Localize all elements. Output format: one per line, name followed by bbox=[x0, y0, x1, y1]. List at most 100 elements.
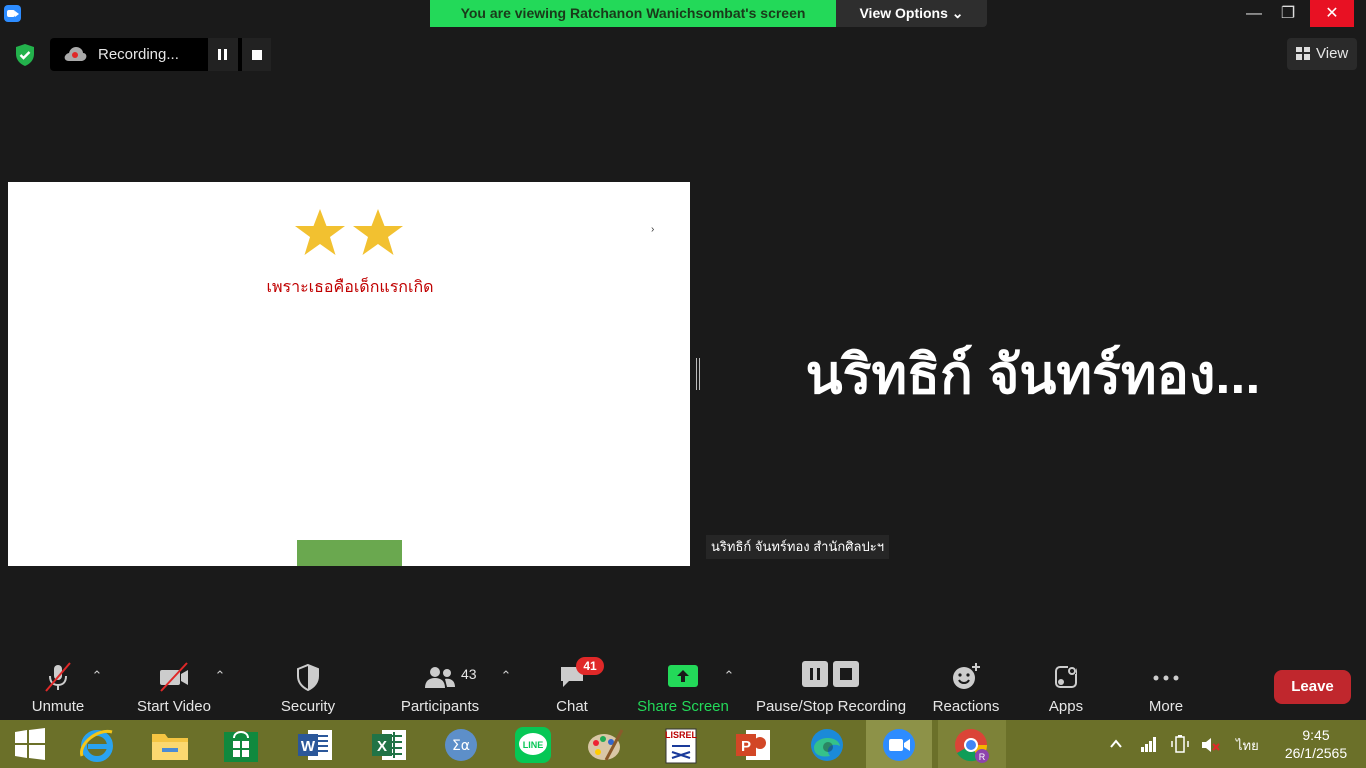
share-screen-label: Share Screen bbox=[637, 698, 729, 715]
tray-overflow-caret-icon[interactable] bbox=[1110, 739, 1122, 749]
chat-unread-badge: 41 bbox=[576, 657, 604, 675]
pause-stop-recording-button[interactable]: Pause/Stop Recording bbox=[754, 660, 908, 720]
pause-recording-button[interactable] bbox=[208, 38, 238, 71]
start-button[interactable] bbox=[0, 720, 62, 768]
more-button[interactable]: More bbox=[1136, 660, 1196, 720]
participant-display-name: นริทธิก์ จันทร์ทอง... bbox=[805, 345, 1261, 405]
viewing-screen-banner: You are viewing Ratchanon Wanichsombat's… bbox=[430, 0, 836, 27]
clock-time: 9:45 bbox=[1302, 727, 1330, 743]
clock-date: 26/1/2565 bbox=[1284, 745, 1348, 761]
windows-start-icon bbox=[15, 728, 45, 760]
security-shield-icon bbox=[297, 663, 319, 692]
lisrel-icon: LISREL bbox=[665, 728, 698, 764]
store-icon bbox=[224, 731, 258, 762]
zoom-app-icon bbox=[4, 5, 21, 22]
grid-view-icon bbox=[1296, 47, 1310, 60]
recording-label: Recording... bbox=[98, 46, 179, 63]
participants-count: 43 bbox=[461, 666, 477, 682]
cloud-recording-icon bbox=[64, 47, 87, 61]
svg-text:W: W bbox=[301, 738, 316, 755]
edge-icon bbox=[811, 729, 843, 761]
chat-label: Chat bbox=[556, 698, 588, 715]
lisrel-label: LISREL bbox=[665, 730, 698, 740]
system-clock[interactable]: 9:45 26/1/2565 bbox=[1280, 726, 1352, 762]
paint-icon bbox=[588, 729, 624, 761]
view-layout-button[interactable]: View bbox=[1287, 38, 1357, 70]
internet-explorer-icon bbox=[80, 729, 113, 762]
taskbar-store[interactable] bbox=[208, 720, 274, 768]
participants-label: Participants bbox=[400, 698, 480, 715]
taskbar-powerpoint[interactable]: P bbox=[720, 720, 786, 768]
apps-label: Apps bbox=[1048, 698, 1084, 715]
volume-muted-icon[interactable] bbox=[1200, 736, 1220, 754]
battery-power-icon[interactable] bbox=[1170, 735, 1190, 753]
reactions-label: Reactions bbox=[932, 698, 1000, 715]
view-label: View bbox=[1316, 45, 1349, 62]
svg-text:LINE: LINE bbox=[523, 740, 544, 750]
slide-subtitle: เพราะเธอคือเด็กแรกเกิด bbox=[266, 279, 434, 296]
pause-stop-recording-icon bbox=[802, 661, 859, 687]
svg-text:P: P bbox=[741, 738, 751, 755]
svg-text:X: X bbox=[377, 738, 387, 755]
input-language-indicator[interactable]: ไทย bbox=[1236, 735, 1259, 756]
network-signal-icon[interactable] bbox=[1140, 736, 1158, 752]
line-icon: LINE bbox=[515, 727, 551, 763]
participants-icon bbox=[425, 667, 455, 688]
chrome-icon: R bbox=[955, 729, 989, 763]
shared-screen[interactable]: เพราะเธอคือเด็กแรกเกิด › bbox=[8, 182, 690, 566]
taskbar-math-input[interactable]: Σα bbox=[428, 720, 494, 768]
mouse-cursor-icon: › bbox=[651, 224, 655, 235]
taskbar-paint[interactable] bbox=[572, 720, 638, 768]
reactions-button[interactable]: Reactions bbox=[928, 660, 1004, 720]
apps-button[interactable]: Apps bbox=[1036, 660, 1096, 720]
muted-microphone-icon bbox=[45, 662, 71, 692]
start-video-button[interactable]: Start Video bbox=[132, 660, 216, 720]
participants-button[interactable]: 43 Participants bbox=[397, 660, 483, 720]
taskbar-word[interactable]: W bbox=[282, 720, 348, 768]
audio-options-caret-icon[interactable]: ⌃ bbox=[90, 668, 104, 683]
share-screen-icon bbox=[668, 665, 698, 687]
share-options-caret-icon[interactable]: ⌃ bbox=[722, 668, 736, 683]
security-button[interactable]: Security bbox=[272, 660, 344, 720]
taskbar-lisrel[interactable]: LISREL bbox=[646, 720, 712, 768]
start-video-label: Start Video bbox=[137, 698, 211, 715]
recording-indicator: Recording... bbox=[50, 38, 271, 71]
encryption-shield-icon[interactable] bbox=[13, 43, 37, 67]
taskbar-zoom[interactable] bbox=[866, 720, 932, 768]
word-icon: W bbox=[298, 730, 332, 760]
windows-taskbar: W X Σα LINE LISREL P R bbox=[0, 720, 1366, 768]
taskbar-line[interactable]: LINE bbox=[500, 720, 566, 768]
star-icon bbox=[353, 209, 403, 255]
video-options-caret-icon[interactable]: ⌃ bbox=[213, 668, 227, 683]
slide-green-shape bbox=[297, 540, 402, 566]
file-explorer-icon bbox=[152, 734, 188, 760]
more-label: More bbox=[1148, 698, 1184, 715]
excel-icon: X bbox=[372, 730, 406, 760]
pause-icon bbox=[218, 49, 227, 60]
maximize-button[interactable]: ❐ bbox=[1266, 0, 1310, 27]
stop-icon bbox=[252, 50, 262, 60]
participant-name-tag: นริทธิก์ จันทร์ทอง สำนักศิลปะฯ bbox=[706, 535, 889, 559]
unmute-button[interactable]: Unmute bbox=[22, 660, 94, 720]
reactions-smiley-icon bbox=[953, 663, 980, 689]
leave-button[interactable]: Leave bbox=[1274, 670, 1351, 704]
taskbar-edge[interactable] bbox=[794, 720, 860, 768]
share-screen-button[interactable]: Share Screen bbox=[636, 660, 730, 720]
zoom-icon bbox=[883, 729, 915, 761]
svg-text:Σα: Σα bbox=[452, 738, 470, 754]
close-button[interactable]: ✕ bbox=[1310, 0, 1354, 27]
taskbar-excel[interactable]: X bbox=[356, 720, 422, 768]
participants-options-caret-icon[interactable]: ⌃ bbox=[499, 668, 513, 683]
powerpoint-icon: P bbox=[736, 730, 770, 760]
taskbar-file-explorer[interactable] bbox=[136, 720, 202, 768]
security-label: Security bbox=[280, 698, 336, 715]
stop-recording-button[interactable] bbox=[242, 38, 271, 71]
math-input-icon: Σα bbox=[445, 729, 477, 761]
title-bar: You are viewing Ratchanon Wanichsombat's… bbox=[0, 0, 1366, 29]
more-dots-icon bbox=[1153, 675, 1179, 681]
taskbar-chrome[interactable]: R bbox=[938, 720, 1006, 768]
view-options-button[interactable]: View Options ⌄ bbox=[836, 0, 987, 27]
svg-text:R: R bbox=[979, 752, 986, 762]
unmute-label: Unmute bbox=[31, 698, 85, 715]
taskbar-internet-explorer[interactable] bbox=[64, 720, 130, 768]
